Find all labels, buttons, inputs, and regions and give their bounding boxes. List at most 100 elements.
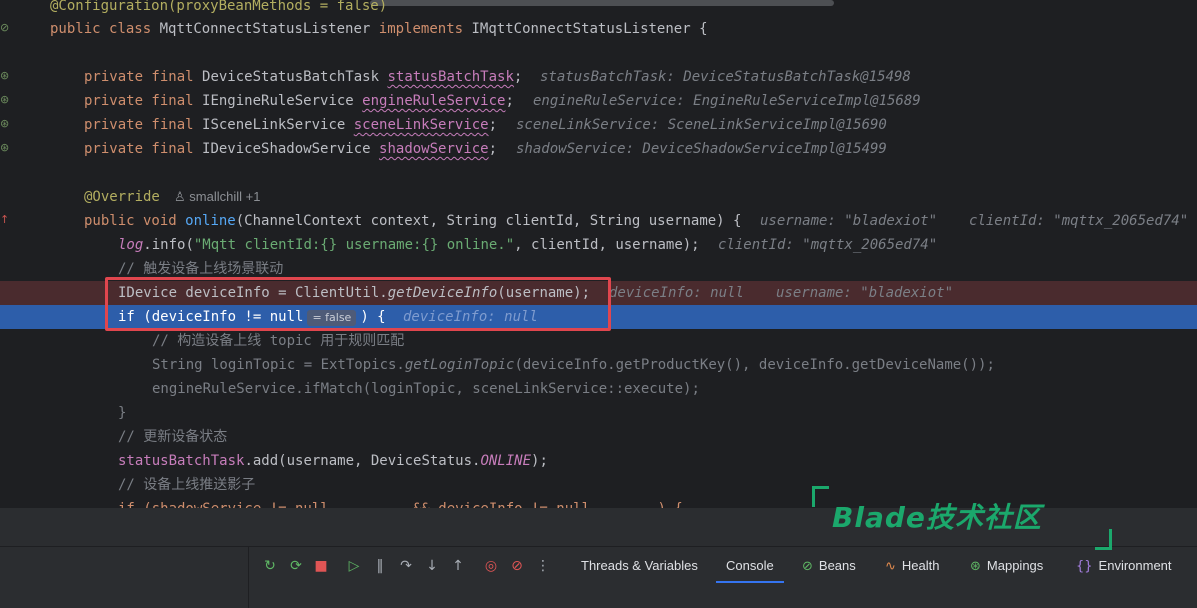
code-editor[interactable]: ⊘ ⊛ ⊛ ⊛ ⊛ ↑ @Configuration(proxyBeanMeth… [0, 0, 1197, 508]
field-name: sceneLinkService [353, 117, 489, 133]
string-literal: "Mqtt clientId:{} username:{} online." [193, 237, 515, 253]
debug-left-pane [0, 547, 249, 608]
tab-label: Environment [1098, 558, 1172, 573]
restart-icon[interactable]: ⟳ [287, 557, 305, 575]
field-type: DeviceStatusBatchTask [202, 69, 380, 85]
inline-value-hint: username: "bladexiot" [760, 213, 938, 229]
pause-icon[interactable]: ‖ [371, 557, 389, 575]
inline-value-hint: sceneLinkService: SceneLinkServiceImpl@1… [516, 117, 887, 133]
code-author-hint[interactable]: ♙ smallchill +1 [174, 185, 260, 209]
field-name: engineRuleService [362, 93, 506, 109]
health-icon: ∿ [885, 559, 896, 574]
step-over-icon[interactable]: ↷ [397, 557, 415, 575]
inline-value-hint: engineRuleService: EngineRuleServiceImpl… [533, 93, 921, 109]
inline-value-hint: statusBatchTask: DeviceStatusBatchTask@1… [540, 69, 911, 85]
tab-label: Health [901, 558, 940, 573]
field-type: IDeviceShadowService [202, 141, 371, 157]
tab-environment[interactable]: {} Environment [1076, 557, 1172, 577]
tab-threads-variables[interactable]: Threads & Variables [581, 557, 698, 577]
method-call: getLoginTopic [404, 357, 515, 373]
code-line-status: statusBatchTask.add(username, DeviceStat… [0, 449, 1197, 473]
code-line-comment: // 构造设备上线 topic 用于规则匹配 [0, 329, 1197, 353]
tab-health[interactable]: ∿ Health [885, 557, 939, 577]
statement: String loginTopic = ExtTopics. [152, 357, 405, 373]
watermark: Blade技术社区 [812, 486, 1112, 550]
watermark-bracket [812, 486, 829, 507]
statement-end: (deviceInfo.getProductKey(), deviceInfo.… [514, 357, 995, 373]
code-line-comment: // 更新设备状态 [0, 425, 1197, 449]
method-params: (ChannelContext context, String clientId… [235, 213, 742, 229]
code-line-log: log.info("Mqtt clientId:{} username:{} o… [0, 233, 1197, 257]
enum-constant: ONLINE [480, 453, 532, 469]
step-into-icon[interactable]: ↓ [423, 557, 441, 575]
tab-label: Console [726, 558, 774, 573]
keyword: public [50, 21, 101, 37]
log-field: log [118, 237, 144, 253]
tab-mappings[interactable]: ⊛ Mappings [970, 557, 1043, 577]
field-type: ISceneLinkService [202, 117, 346, 133]
code-comment: // 设备上线推送影子 [118, 477, 256, 493]
keyword: implements [378, 21, 464, 37]
close-brace: } [118, 405, 127, 421]
field-name: statusBatchTask [387, 69, 514, 85]
inline-value-hint: clientId: "mqttx_2065ed74" [718, 237, 938, 253]
highlight-box [105, 277, 611, 331]
stop-icon[interactable]: ■ [312, 557, 330, 575]
field-type: IEngineRuleService [202, 93, 354, 109]
statement-end: ); [531, 453, 548, 469]
statement: engineRuleService.ifMatch(loginTopic, sc… [152, 381, 700, 397]
author-label: smallchill +1 [189, 189, 261, 204]
log-args: , clientId, username); [514, 237, 700, 253]
code-line-field: private final IDeviceShadowService shado… [0, 137, 1197, 161]
resume-icon[interactable]: ▷ [345, 557, 363, 575]
user-icon: ♙ [174, 189, 186, 204]
tab-label: Mappings [986, 558, 1044, 573]
inline-value-hint: deviceInfo: null [609, 285, 744, 301]
tab-label: Threads & Variables [581, 558, 698, 573]
log-call: .info( [143, 237, 194, 253]
more-icon[interactable]: ⋮ [534, 557, 552, 575]
tab-label: Beans [818, 558, 856, 573]
interface-name: IMqttConnectStatusListener { [471, 21, 708, 37]
code-line-unreached: engineRuleService.ifMatch(loginTopic, sc… [0, 377, 1197, 401]
tab-beans[interactable]: ⊘ Beans [802, 557, 856, 577]
view-breakpoints-icon[interactable]: ◎ [482, 557, 500, 575]
code-line-field: private final IEngineRuleService engineR… [0, 89, 1197, 113]
rerun-icon[interactable]: ↻ [261, 557, 279, 575]
annotation-text: @Configuration(proxyBeanMethods = false) [50, 0, 388, 14]
inline-value-hint: username: "bladexiot" [776, 285, 954, 301]
code-line-method-sig: public void online(ChannelContext contex… [0, 209, 1197, 233]
statement: if (shadowService != null && deviceInfo … [118, 497, 683, 508]
code-comment: // 构造设备上线 topic 用于规则匹配 [152, 333, 405, 349]
statement: .add(username, DeviceStatus. [244, 453, 481, 469]
field-ref: statusBatchTask [118, 453, 245, 469]
watermark-bracket [1095, 529, 1112, 550]
step-out-icon[interactable]: ↑ [449, 557, 467, 575]
class-name: MqttConnectStatusListener [159, 21, 371, 37]
code-line-annotation: @Override ♙ smallchill +1 [0, 185, 1197, 209]
code-line-brace: } [0, 401, 1197, 425]
environment-icon: {} [1076, 559, 1093, 574]
tab-console[interactable]: Console [716, 557, 784, 583]
keyword: class [109, 21, 152, 37]
keyword: public void [84, 213, 177, 229]
method-name: online [185, 213, 236, 229]
code-line-field: private final ISceneLinkService sceneLin… [0, 113, 1197, 137]
field-name: shadowService [379, 141, 489, 157]
keyword: private final [84, 117, 194, 133]
override-annotation: @Override [84, 189, 160, 205]
mappings-icon: ⊛ [970, 559, 981, 574]
watermark-text: Blade技术社区 [832, 501, 1042, 534]
code-line: @Configuration(proxyBeanMethods = false) [0, 0, 1197, 18]
beans-icon: ⊘ [802, 559, 813, 574]
inline-value-hint: shadowService: DeviceShadowServiceImpl@1… [516, 141, 887, 157]
code-line-unreached: String loginTopic = ExtTopics.getLoginTo… [0, 353, 1197, 377]
keyword: private final [84, 93, 194, 109]
keyword: private final [84, 69, 194, 85]
inline-value-hint: clientId: "mqttx_2065ed74" [969, 213, 1189, 229]
code-comment: // 更新设备状态 [118, 429, 228, 445]
code-line-class-decl: public class MqttConnectStatusListener i… [0, 17, 1197, 41]
mute-breakpoints-icon[interactable]: ⊘ [508, 557, 526, 575]
keyword: private final [84, 141, 194, 157]
code-line-field: private final DeviceStatusBatchTask stat… [0, 65, 1197, 89]
